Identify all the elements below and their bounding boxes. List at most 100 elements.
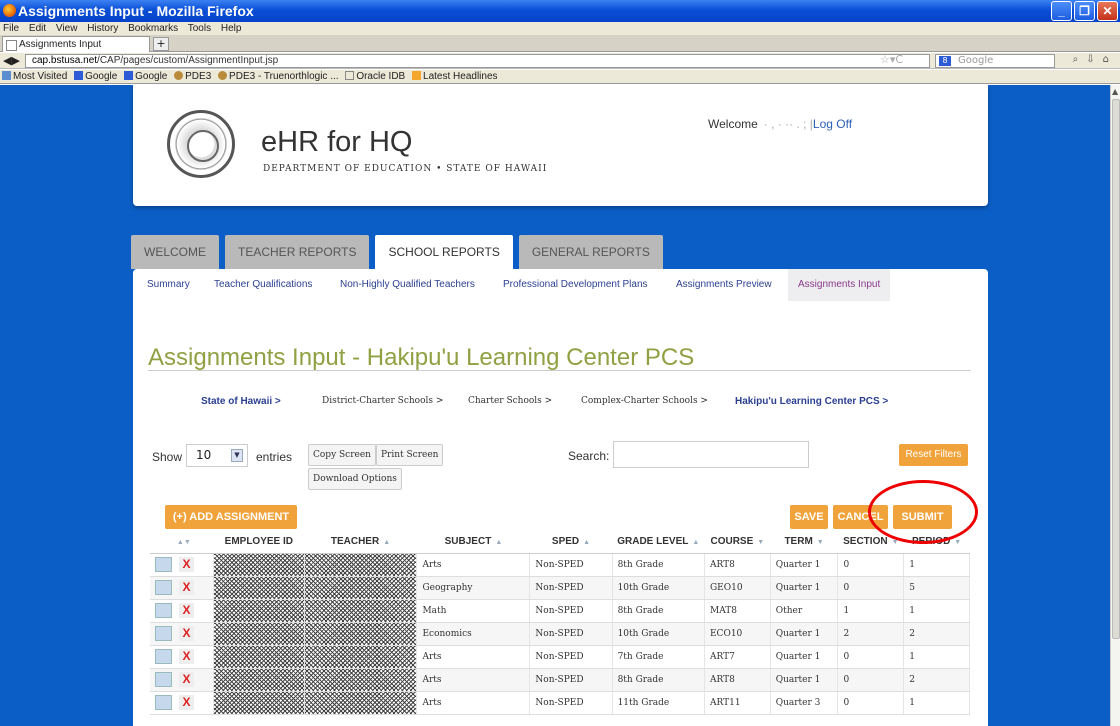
cell-term: Quarter 1 (770, 645, 839, 669)
chevron-down-icon[interactable]: ▼ (231, 449, 243, 462)
edit-icon[interactable] (155, 580, 172, 595)
actions-header[interactable]: ▲▼ (150, 531, 214, 554)
cell-section: 0 (837, 576, 905, 600)
menu-help[interactable]: Help (221, 23, 242, 34)
menu-file[interactable]: File (3, 23, 19, 34)
add-assignment-button[interactable]: (+) ADD ASSIGNMENT (165, 505, 297, 529)
menu-view[interactable]: View (56, 23, 78, 34)
bookmark-google-2[interactable]: Google (124, 71, 167, 82)
download-options-button[interactable]: Download Options (308, 468, 402, 490)
menu-edit[interactable]: Edit (29, 23, 46, 34)
red-annotation-circle (868, 480, 978, 544)
bookmark-oracle-idb[interactable]: Oracle IDB (345, 71, 405, 82)
table-row: X Arts Non-SPED 7th Grade ART7 Quarter 1… (150, 645, 970, 669)
teacher-redacted (304, 622, 418, 646)
subnav-assignments-input[interactable]: Assignments Input (788, 269, 891, 301)
row-actions: X (150, 576, 215, 600)
tab-teacher-reports[interactable]: TEACHER REPORTS (225, 235, 370, 269)
breadcrumb-charter[interactable]: Charter Schools > (468, 396, 552, 406)
browser-tab[interactable]: Assignments Input (2, 36, 150, 52)
cell-subject: Arts (416, 553, 531, 577)
restore-button[interactable]: ❐ (1074, 1, 1095, 21)
delete-icon[interactable]: X (179, 626, 194, 641)
header-course[interactable]: COURSE ▼ (704, 531, 771, 554)
edit-icon[interactable] (155, 695, 172, 710)
scroll-thumb[interactable] (1112, 99, 1120, 639)
menu-bookmarks[interactable]: Bookmarks (128, 23, 178, 34)
tab-welcome[interactable]: WELCOME (131, 235, 220, 269)
cell-course: ART8 (704, 668, 771, 692)
header-teacher[interactable]: TEACHER ▲ (304, 531, 417, 554)
subnav-pd-plans[interactable]: Professional Development Plans (503, 279, 648, 290)
copy-screen-button[interactable]: Copy Screen (308, 444, 376, 466)
cell-section: 0 (837, 553, 905, 577)
cell-term: Quarter 1 (770, 576, 839, 600)
bookmark-star-icon[interactable]: ☆▾C (880, 53, 903, 66)
close-button[interactable]: ✕ (1097, 1, 1118, 21)
back-forward-icon[interactable]: ◀▶ (3, 54, 20, 67)
delete-icon[interactable]: X (179, 695, 194, 710)
new-tab-button[interactable]: + (153, 37, 169, 51)
menu-history[interactable]: History (87, 23, 118, 34)
url-bar[interactable]: cap.bstusa.net/CAP/pages/custom/Assignme… (25, 54, 930, 68)
teacher-redacted (304, 576, 418, 600)
delete-icon[interactable]: X (179, 603, 194, 618)
delete-icon[interactable]: X (179, 557, 194, 572)
logoff-link[interactable]: Log Off (813, 117, 852, 131)
edit-icon[interactable] (155, 626, 172, 641)
subnav-summary[interactable]: Summary (147, 279, 190, 290)
cell-course: ECO10 (704, 622, 771, 646)
url-path: /CAP/pages/custom/AssignmentInput.jsp (97, 55, 279, 66)
header-subject[interactable]: SUBJECT ▲ (416, 531, 530, 554)
breadcrumb-school[interactable]: Hakipu'u Learning Center PCS > (735, 396, 888, 407)
subnav-teacher-qualifications[interactable]: Teacher Qualifications (214, 279, 312, 290)
bookmark-latest-headlines[interactable]: Latest Headlines (412, 71, 498, 82)
home-download-icons[interactable]: ⌕⇩⌂ (1073, 54, 1117, 65)
delete-icon[interactable]: X (179, 580, 194, 595)
tab-school-reports[interactable]: SCHOOL REPORTS (375, 235, 513, 271)
cell-grade: 7th Grade (612, 645, 705, 669)
header-term[interactable]: TERM ▼ (770, 531, 838, 554)
cell-subject: Economics (416, 622, 531, 646)
breadcrumb-complex[interactable]: Complex-Charter Schools > (581, 396, 708, 406)
browser-search-input[interactable]: 8 Google (935, 54, 1055, 68)
scroll-up-icon[interactable]: ▲ (1112, 87, 1118, 96)
bookmark-pde3[interactable]: PDE3 (174, 71, 211, 82)
delete-icon[interactable]: X (179, 649, 194, 664)
bookmark-pde3-truenorth[interactable]: PDE3 - Truenorthlogic ... (218, 71, 339, 82)
bookmark-most-visited[interactable]: Most Visited (2, 71, 67, 82)
subnav-non-hq-teachers[interactable]: Non-Highly Qualified Teachers (340, 279, 475, 290)
tab-general-reports[interactable]: GENERAL REPORTS (518, 235, 663, 269)
teacher-redacted (304, 645, 418, 669)
delete-icon[interactable]: X (179, 672, 194, 687)
breadcrumb-state[interactable]: State of Hawaii > (201, 396, 281, 407)
table-body: X Arts Non-SPED 8th Grade ART8 Quarter 1… (150, 553, 970, 715)
page-scrollbar[interactable]: ▲ (1110, 85, 1120, 726)
print-screen-button[interactable]: Print Screen (376, 444, 444, 466)
cell-course: ART7 (704, 645, 771, 669)
reset-filters-button[interactable]: Reset Filters (899, 444, 968, 466)
breadcrumb-district[interactable]: District-Charter Schools > (322, 396, 443, 406)
entries-label: entries (256, 450, 293, 464)
save-button[interactable]: SAVE (790, 505, 828, 529)
edit-icon[interactable] (155, 603, 172, 618)
username-blurred: · , · ·· . ; | (763, 117, 813, 131)
cell-grade: 10th Grade (612, 622, 705, 646)
sub-navigation: Summary Teacher Qualifications Non-Highl… (133, 269, 988, 301)
navigation-bar: ◀▶ cap.bstusa.net/CAP/pages/custom/Assig… (0, 53, 1120, 69)
header-sped[interactable]: SPED ▲ (529, 531, 613, 554)
cell-subject: Arts (416, 691, 531, 715)
header-grade-level[interactable]: GRADE LEVEL ▲ (612, 531, 705, 554)
entries-value: 10 (196, 448, 212, 462)
edit-icon[interactable] (155, 672, 172, 687)
menu-tools[interactable]: Tools (188, 23, 211, 34)
entries-select[interactable]: 10 ▼ (186, 444, 248, 467)
header-employee-id[interactable]: EMPLOYEE ID (213, 531, 305, 554)
table-row: X Math Non-SPED 8th Grade MAT8 Other 1 1 (150, 599, 970, 623)
bookmark-google-1[interactable]: Google (74, 71, 117, 82)
edit-icon[interactable] (155, 557, 172, 572)
minimize-button[interactable]: _ (1051, 1, 1072, 21)
search-input[interactable] (613, 441, 809, 468)
subnav-assignments-preview[interactable]: Assignments Preview (676, 279, 772, 290)
edit-icon[interactable] (155, 649, 172, 664)
